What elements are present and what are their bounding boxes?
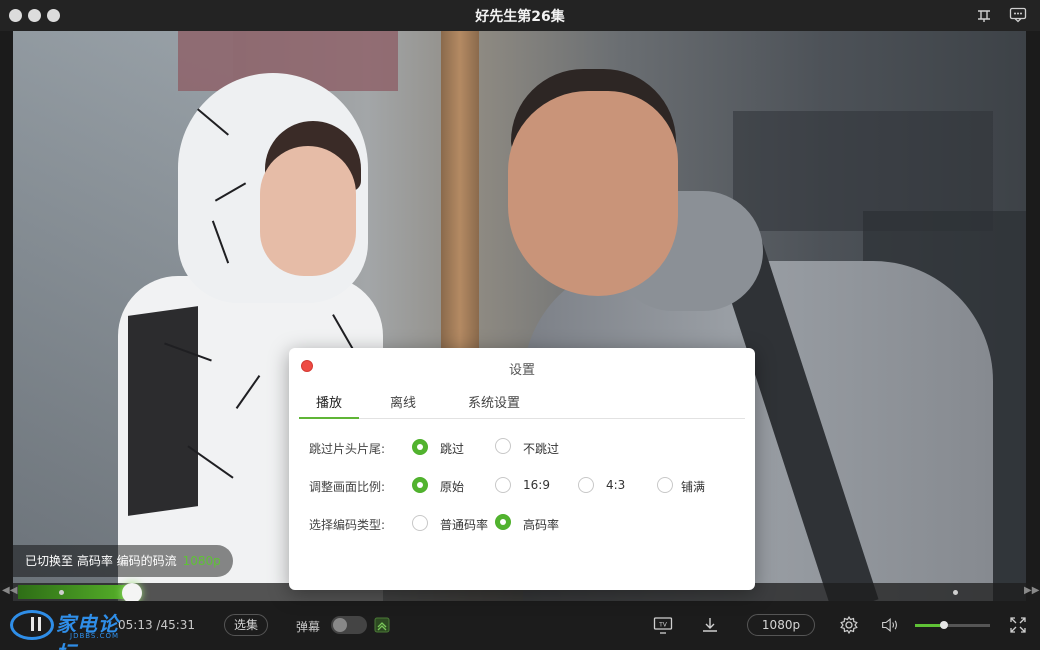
tab-playback[interactable]: 播放: [299, 393, 359, 419]
no-skip-radio[interactable]: [495, 438, 511, 454]
chapter-marker: [59, 590, 64, 595]
danmaku-settings-icon[interactable]: [374, 617, 390, 633]
volume-slider[interactable]: [915, 621, 990, 629]
dialog-title: 设置: [508, 363, 535, 378]
gear-icon[interactable]: [839, 615, 859, 635]
danmaku-toggle[interactable]: [331, 616, 367, 634]
episodes-button[interactable]: 选集: [224, 614, 268, 636]
volume-handle[interactable]: [939, 621, 948, 629]
pause-icon[interactable]: [26, 614, 46, 634]
toast-quality: 1080p: [182, 554, 221, 568]
skip-intro-label: 跳过片头片尾:: [309, 442, 386, 456]
aspect-original-radio[interactable]: [412, 477, 428, 493]
forward-arrow-icon: ▶▶: [1024, 585, 1040, 596]
watermark-text: 家电论坛: [56, 612, 119, 650]
control-bar: 05:13 /45:31 选集 弹幕 TV 1080p: [0, 601, 1040, 650]
aspect-fill-option[interactable]: 铺满: [681, 478, 705, 495]
quality-button[interactable]: 1080p: [747, 614, 815, 636]
rewind-arrow-icon: ◀◀: [2, 585, 18, 596]
toast-text: 已切换至 高码率 编码的码流: [25, 554, 177, 568]
progress-played: [18, 585, 132, 599]
watermark-subtext: JDBBS.COM: [70, 632, 120, 640]
normal-bitrate-radio[interactable]: [412, 515, 428, 531]
tab-offline[interactable]: 离线: [383, 393, 423, 419]
quality-switch-toast: 已切换至 高码率 编码的码流 1080p: [13, 545, 233, 577]
progress-handle[interactable]: [122, 583, 142, 603]
settings-dialog: 设置 播放 离线 系统设置 跳过片头片尾: 跳过 不跳过 调整画面比例: 原始 …: [289, 348, 755, 590]
aspect-4-3-radio[interactable]: [578, 477, 594, 493]
volume-level: [915, 624, 943, 627]
high-bitrate-radio[interactable]: [495, 514, 511, 530]
high-bitrate-option[interactable]: 高码率: [523, 516, 559, 533]
aspect-ratio-label: 调整画面比例:: [309, 480, 386, 494]
feedback-icon[interactable]: [1009, 7, 1027, 23]
skip-radio[interactable]: [412, 439, 428, 455]
aspect-4-3-option[interactable]: 4:3: [606, 478, 625, 492]
encoding-type-label: 选择编码类型:: [309, 518, 386, 532]
window-title: 好先生第26集: [475, 9, 565, 25]
fullscreen-icon[interactable]: [1008, 615, 1028, 635]
danmaku-label: 弹幕: [296, 620, 321, 634]
svg-text:TV: TV: [658, 622, 668, 629]
download-icon[interactable]: [700, 615, 720, 635]
settings-tabs: 播放 离线 系统设置: [299, 391, 745, 419]
tab-system[interactable]: 系统设置: [459, 393, 529, 419]
aspect-16-9-radio[interactable]: [495, 477, 511, 493]
title-bar: 好先生第26集: [0, 0, 1040, 31]
normal-bitrate-option[interactable]: 普通码率: [440, 516, 488, 533]
player-window: 好先生第26集 已切换至 高码率 编码的码流 1080p ◀◀ ▶▶ 05:13…: [0, 0, 1040, 650]
skip-option[interactable]: 跳过: [440, 440, 464, 457]
volume-icon[interactable]: [881, 615, 901, 635]
chapter-marker: [953, 590, 958, 595]
aspect-16-9-option[interactable]: 16:9: [523, 478, 550, 492]
pin-on-top-icon[interactable]: [975, 7, 993, 23]
no-skip-option[interactable]: 不跳过: [523, 440, 559, 457]
aspect-fill-radio[interactable]: [657, 477, 673, 493]
aspect-original-option[interactable]: 原始: [440, 478, 464, 495]
tv-cast-icon[interactable]: TV: [653, 615, 673, 635]
